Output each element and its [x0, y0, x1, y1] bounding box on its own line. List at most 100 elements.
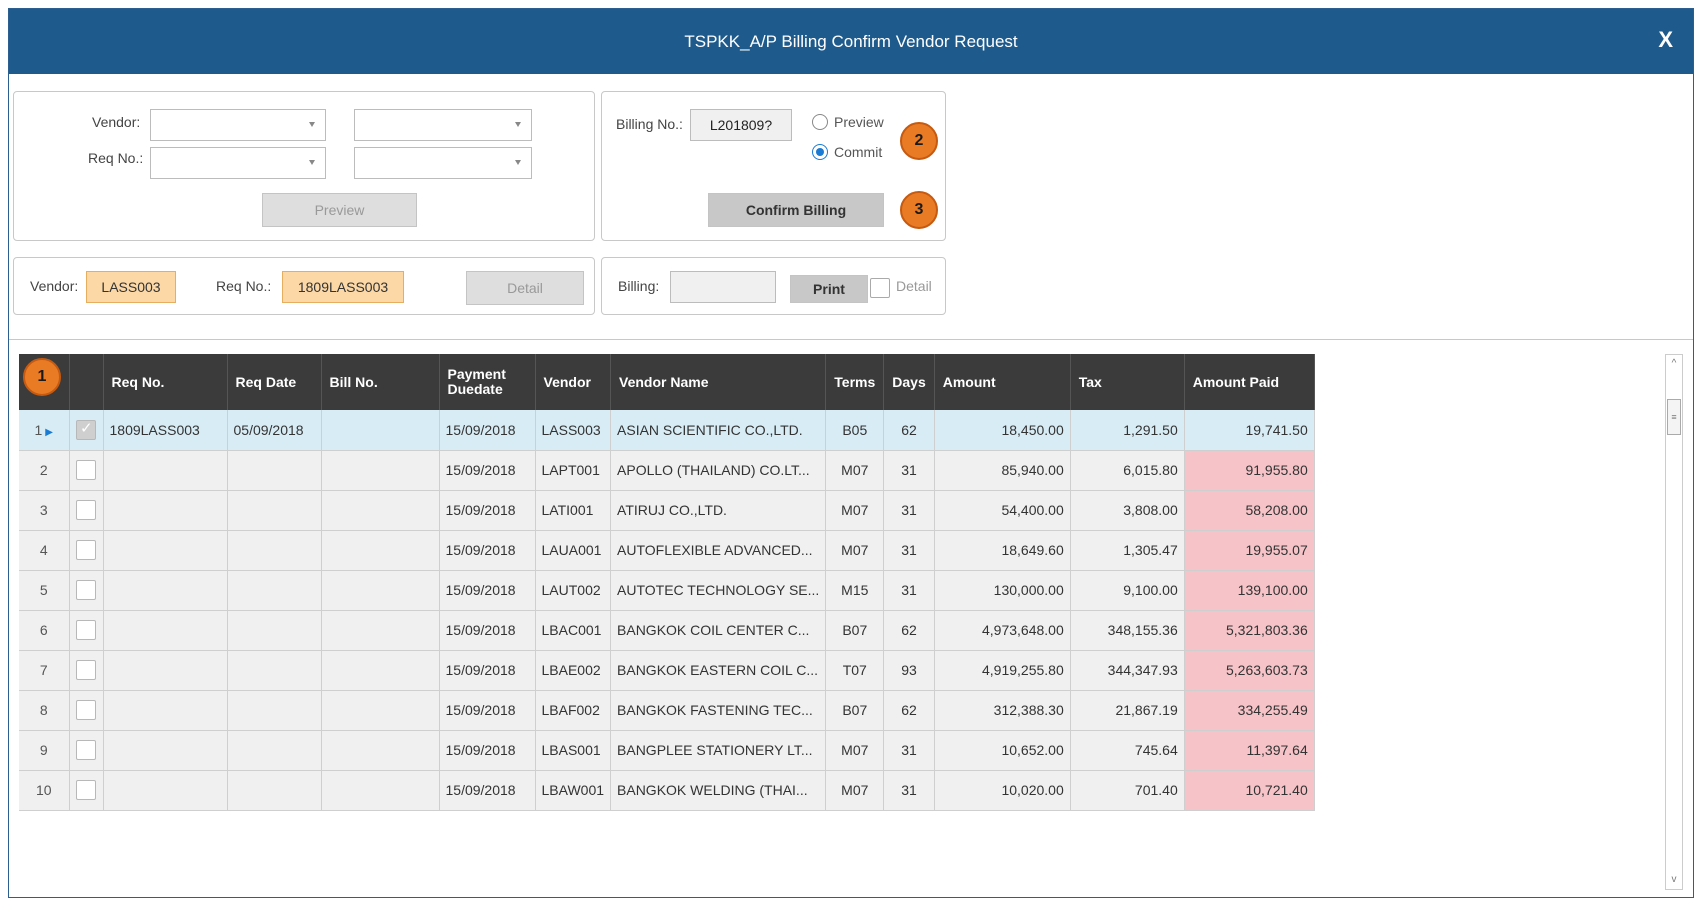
- col-amount[interactable]: Amount: [934, 354, 1071, 410]
- table-row[interactable]: 10 15/09/2018 LBAW001 BANGKOK WELDING (THAI…: [19, 770, 1315, 811]
- reqno-to-combo[interactable]: [354, 147, 532, 179]
- scroll-thumb[interactable]: ≡: [1667, 399, 1681, 435]
- checkbox-icon[interactable]: [76, 540, 96, 560]
- col-amount-paid[interactable]: Amount Paid: [1184, 354, 1315, 410]
- row-number: 6: [19, 610, 70, 651]
- cell-days: 62: [883, 610, 935, 651]
- print-button[interactable]: Print: [790, 275, 868, 303]
- col-req-no[interactable]: Req No.: [103, 354, 228, 410]
- cell-req-no: [103, 530, 228, 571]
- checkbox-icon[interactable]: [76, 419, 96, 440]
- cell-vendor: LBAW001: [535, 770, 612, 811]
- radio-preview[interactable]: Preview: [812, 114, 884, 130]
- col-terms[interactable]: Terms: [825, 354, 885, 410]
- billing-field[interactable]: [670, 271, 776, 303]
- search-panel: Vendor: Req No.: Preview: [13, 91, 595, 241]
- cell-req-no: [103, 650, 228, 691]
- row-number-label: 1: [34, 421, 43, 438]
- cell-terms: M07: [825, 530, 885, 571]
- cell-bill-no: [321, 690, 440, 731]
- current-row-pointer-icon: ▶: [45, 426, 53, 438]
- cell-req-date: [227, 770, 322, 811]
- vendor-from-combo[interactable]: [150, 109, 326, 141]
- radio-commit[interactable]: Commit: [812, 144, 882, 160]
- cell-terms: M07: [825, 450, 885, 491]
- cell-req-date: [227, 570, 322, 611]
- table-row[interactable]: 2 15/09/2018 LAPT001 APOLLO (THAILAND) CO.L…: [19, 450, 1315, 491]
- cell-vendor-name: AUTOTEC TECHNOLOGY SE...: [610, 570, 827, 611]
- cell-amount: 54,400.00: [934, 490, 1071, 531]
- step-2-badge: 2: [900, 122, 938, 160]
- cell-payment-duedate: 15/09/2018: [439, 650, 536, 691]
- col-vendor[interactable]: Vendor: [535, 354, 612, 410]
- preview-button[interactable]: Preview: [262, 193, 417, 227]
- scroll-down-icon[interactable]: v: [1666, 871, 1682, 889]
- cell-vendor-name: AUTOFLEXIBLE ADVANCED...: [610, 530, 827, 571]
- table-row[interactable]: 4 15/09/2018 LAUA001 AUTOFLEXIBLE ADVANCED.…: [19, 530, 1315, 571]
- step-1-badge: 1: [23, 358, 61, 396]
- grid-area: Req No. Req Date Bill No. Payment Duedat…: [9, 339, 1693, 897]
- window-title: TSPKK_A/P Billing Confirm Vendor Request: [684, 31, 1018, 51]
- table-row[interactable]: 5 15/09/2018 LAUT002 AUTOTEC TECHNOLOGY SE.…: [19, 570, 1315, 611]
- cell-req-no: 1809LASS003: [103, 410, 228, 451]
- detail-checkbox[interactable]: [870, 278, 890, 298]
- checkbox-icon[interactable]: [76, 460, 96, 480]
- billing-grid: Req No. Req Date Bill No. Payment Duedat…: [19, 354, 1315, 811]
- billing-no-label: Billing No.:: [616, 116, 683, 132]
- checkbox-icon[interactable]: [76, 500, 96, 520]
- row-select-checkbox: [69, 450, 104, 491]
- chevron-down-icon: [515, 122, 521, 127]
- row-number-label: 2: [39, 462, 48, 478]
- cell-tax: 1,305.47: [1070, 530, 1185, 571]
- selected-reqno-label: Req No.:: [216, 278, 272, 294]
- col-req-date[interactable]: Req Date: [227, 354, 322, 410]
- checkbox-icon[interactable]: [76, 780, 96, 800]
- select-column-header[interactable]: [69, 354, 104, 410]
- detail-button[interactable]: Detail: [466, 271, 584, 305]
- col-bill-no[interactable]: Bill No.: [321, 354, 440, 410]
- checkbox-icon[interactable]: [76, 620, 96, 640]
- table-row[interactable]: 3 15/09/2018 LATI001 ATIRUJ CO.,LTD. M07 31 54…: [19, 490, 1315, 531]
- cell-terms: M07: [825, 730, 885, 771]
- col-days[interactable]: Days: [883, 354, 935, 410]
- table-row[interactable]: 7 15/09/2018 LBAE002 BANGKOK EASTERN COIL C…: [19, 650, 1315, 691]
- table-row[interactable]: 9 15/09/2018 LBAS001 BANGPLEE STATIONERY LT…: [19, 730, 1315, 771]
- table-row[interactable]: 1▶ 1809LASS00305/09/2018 15/09/2018LASS003…: [19, 410, 1315, 451]
- row-number-label: 5: [39, 582, 48, 598]
- row-select-checkbox: [69, 650, 104, 691]
- checkbox-icon[interactable]: [76, 740, 96, 760]
- cell-amount-paid: 5,321,803.36: [1184, 610, 1315, 651]
- radio-preview-label: Preview: [834, 114, 884, 130]
- cell-vendor: LASS003: [535, 410, 612, 451]
- col-vendor-name[interactable]: Vendor Name: [610, 354, 827, 410]
- vertical-scrollbar[interactable]: ^ ≡ v: [1665, 354, 1683, 890]
- selection-panel: Vendor: LASS003 Req No.: 1809LASS003 Det…: [13, 257, 595, 315]
- cell-vendor-name: ATIRUJ CO.,LTD.: [610, 490, 827, 531]
- cell-payment-duedate: 15/09/2018: [439, 570, 536, 611]
- row-select-checkbox: [69, 570, 104, 611]
- checkbox-icon[interactable]: [76, 580, 96, 600]
- table-row[interactable]: 8 15/09/2018 LBAF002 BANGKOK FASTENING TEC.…: [19, 690, 1315, 731]
- cell-vendor: LAPT001: [535, 450, 612, 491]
- cell-bill-no: [321, 610, 440, 651]
- checkbox-icon[interactable]: [76, 700, 96, 720]
- col-tax[interactable]: Tax: [1070, 354, 1185, 410]
- scroll-up-icon[interactable]: ^: [1666, 355, 1682, 373]
- row-number: 7: [19, 650, 70, 691]
- cell-payment-duedate: 15/09/2018: [439, 770, 536, 811]
- vendor-to-combo[interactable]: [354, 109, 532, 141]
- row-number-label: 10: [35, 782, 52, 798]
- cell-req-date: [227, 530, 322, 571]
- row-select-checkbox: [69, 730, 104, 771]
- row-select-checkbox: [69, 490, 104, 531]
- cell-terms: B07: [825, 690, 885, 731]
- reqno-from-combo[interactable]: [150, 147, 326, 179]
- table-row[interactable]: 6 15/09/2018 LBAC001 BANGKOK COIL CENTER C.…: [19, 610, 1315, 651]
- billing-label: Billing:: [618, 278, 660, 294]
- selected-vendor-label: Vendor:: [30, 278, 79, 294]
- confirm-billing-button[interactable]: Confirm Billing: [708, 193, 884, 227]
- close-icon[interactable]: X: [1658, 27, 1673, 53]
- col-payment-duedate[interactable]: Payment Duedate: [439, 354, 536, 410]
- checkbox-icon[interactable]: [76, 660, 96, 680]
- cell-vendor: LBAF002: [535, 690, 612, 731]
